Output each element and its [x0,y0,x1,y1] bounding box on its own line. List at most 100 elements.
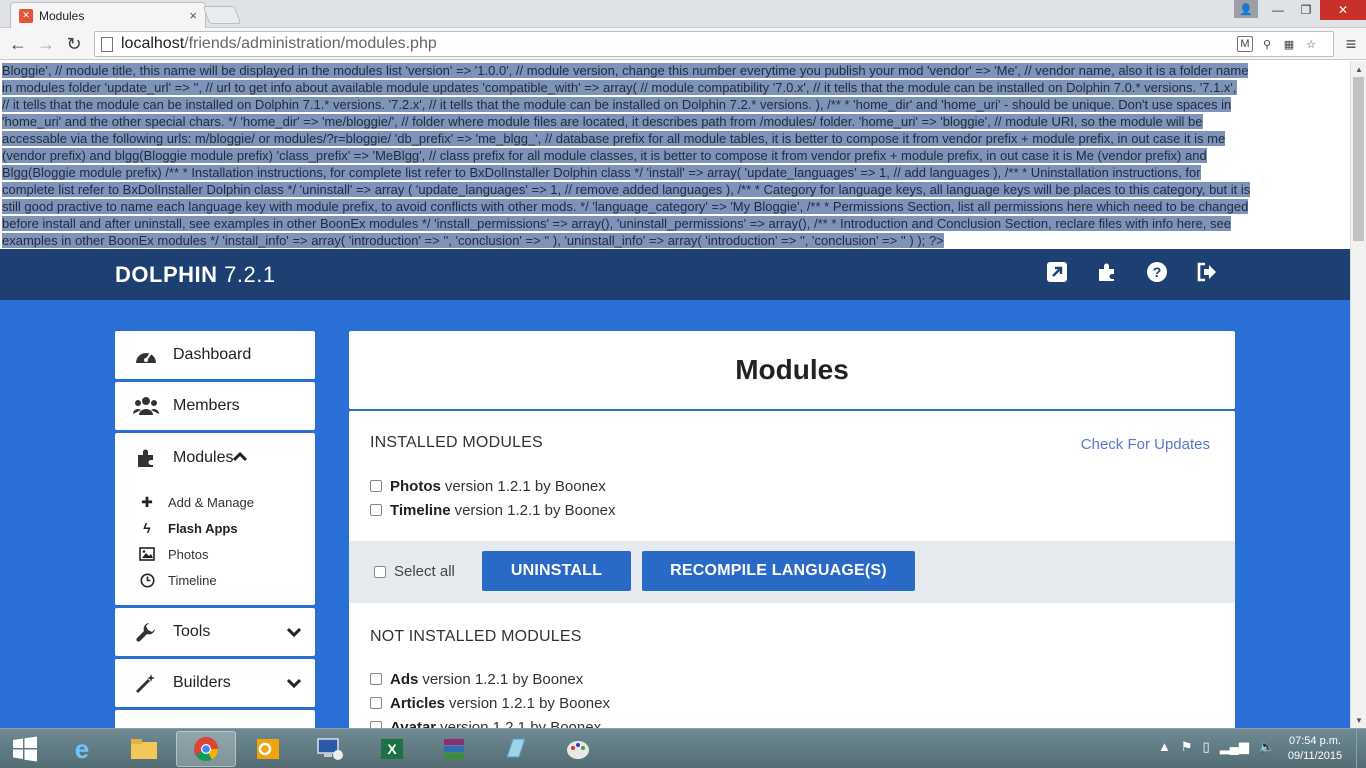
excel-icon[interactable]: X [362,731,422,767]
tray-expand-icon[interactable]: ▲ [1158,739,1171,755]
sidebar-modules-header[interactable]: Modules [115,433,315,483]
pin-icon[interactable]: ⚲ [1259,36,1275,52]
notepad-icon[interactable] [486,731,546,767]
php-line: // it tells that the module can be insta… [2,97,1232,112]
bookmark-star-icon[interactable]: ☆ [1303,36,1319,52]
module-checkbox[interactable] [370,697,382,709]
scroll-up-arrow-icon[interactable]: ▲ [1351,61,1366,77]
remote-desktop-icon[interactable] [300,731,360,767]
system-tray: ▲ ⚑ ▯ ▂▄▆ 🔈 [1158,739,1275,755]
scroll-down-arrow-icon[interactable]: ▼ [1351,712,1366,728]
select-all[interactable]: Select all [374,563,455,580]
taskbar-apps: e X [52,731,608,767]
list-item: Avatar version 1.2.1 by Boonex [370,715,610,728]
recompile-languages-button[interactable]: RECOMPILE LANGUAGE(S) [642,551,915,591]
sidebar-item-label: Modules [173,449,234,466]
select-all-checkbox[interactable] [374,565,386,578]
brand-name: DOLPHIN [115,262,218,287]
scroll-thumb[interactable] [1353,77,1364,241]
address-bar[interactable]: localhost/friends/administration/modules… [94,31,1334,57]
chevron-up-icon [233,449,248,467]
module-name: Timeline [390,501,451,519]
php-line: Bloggie', // module title, this name wil… [2,63,1249,78]
submenu-flash-apps[interactable]: ϟ Flash Apps [139,515,315,541]
module-checkbox[interactable] [370,480,382,492]
sidebar-item-modules: Modules ✚ Add & Manage ϟ Flash Apps Phot… [115,433,315,605]
puzzle-icon [133,447,159,469]
window-close-button[interactable]: ✕ [1320,0,1366,20]
sidebar-item-label: Members [173,397,240,414]
restore-button[interactable]: ❐ [1292,0,1320,20]
browser-tab[interactable]: ✕ Modules × [10,2,206,28]
users-icon [133,396,159,416]
show-desktop-button[interactable] [1356,729,1366,768]
list-item: Articles version 1.2.1 by Boonex [370,691,610,715]
php-line: examples in other BoonEx modules */ 'ins… [2,233,944,248]
user-profile-icon[interactable]: 👤 [1234,0,1258,18]
taskbar-clock[interactable]: 07:54 p.m. 09/11/2015 [1280,734,1350,764]
select-all-label: Select all [394,563,455,580]
chrome-icon[interactable] [176,731,236,767]
clock-time: 07:54 p.m. [1289,735,1341,747]
chevron-down-icon [286,675,302,691]
sidebar-item-dashboard[interactable]: Dashboard [115,331,315,379]
minimize-button[interactable]: — [1264,0,1292,20]
sidebar-item-tools[interactable]: Tools [115,608,315,656]
picture-icon [139,547,155,561]
plus-icon: ✚ [141,493,153,510]
page-icon [101,36,113,52]
php-line: still good practive to name each languag… [2,199,1249,214]
page-title: Modules [349,331,1235,409]
tab-close-icon[interactable]: × [189,8,197,23]
puzzle-icon[interactable] [1096,261,1118,283]
submenu-label: Photos [168,546,209,562]
forward-arrow-icon[interactable]: → [34,32,58,56]
windows-start-icon[interactable] [6,733,44,765]
magic-wand-icon [133,672,159,694]
help-icon[interactable]: ? [1146,261,1168,283]
paint-icon[interactable] [548,731,608,767]
window-controls: — ❐ ✕ [1264,0,1366,20]
brand-logo[interactable]: DOLPHIN 7.2.1 [115,262,276,288]
extension-icons: M ⚲ ▦ ☆ [1237,36,1319,52]
submenu-timeline[interactable]: Timeline [139,567,315,593]
reload-icon[interactable]: ↻ [62,32,86,56]
logout-icon[interactable] [1196,261,1218,283]
internet-explorer-icon[interactable]: e [52,731,112,767]
file-explorer-icon[interactable] [114,731,174,767]
submenu-add-manage[interactable]: ✚ Add & Manage [139,489,315,515]
module-checkbox[interactable] [370,673,382,685]
php-line: before install and after uninstall, see … [2,216,1231,231]
extension-grid-icon[interactable]: ▦ [1281,36,1297,52]
new-tab-button[interactable] [202,6,242,24]
network-devices-icon[interactable]: ▯ [1203,739,1210,755]
volume-icon[interactable]: 🔈 [1259,739,1275,755]
action-center-flag-icon[interactable]: ⚑ [1181,739,1193,755]
list-item: Timeline version 1.2.1 by Boonex [370,498,616,522]
signal-bars-icon[interactable]: ▂▄▆ [1220,739,1249,755]
module-checkbox[interactable] [370,504,382,516]
outlook-icon[interactable] [238,731,298,767]
not-installed-modules-panel: NOT INSTALLED MODULES Ads version 1.2.1 … [349,605,1235,728]
page-scrollbar[interactable]: ▲ ▼ [1350,61,1366,728]
extension-m-icon[interactable]: M [1237,36,1253,52]
svg-text:?: ? [1153,264,1162,280]
sidebar-item-members[interactable]: Members [115,382,315,430]
module-meta: version 1.2.1 by Boonex [440,718,602,729]
modules-submenu: ✚ Add & Manage ϟ Flash Apps Photos Timel… [115,483,315,593]
external-link-icon[interactable] [1046,261,1068,283]
sidebar-item-builders[interactable]: Builders [115,659,315,707]
uninstall-button[interactable]: UNINSTALL [482,551,631,591]
module-checkbox[interactable] [370,721,382,728]
module-name: Photos [390,477,441,495]
chevron-down-icon [286,624,302,640]
submenu-photos[interactable]: Photos [139,541,315,567]
browser-menu-icon[interactable]: ≡ [1340,32,1362,56]
winrar-icon[interactable] [424,731,484,767]
wrench-icon [133,621,159,643]
check-updates-link[interactable]: Check For Updates [1081,436,1210,453]
brand-version: 7.2.1 [224,262,276,287]
xampp-favicon-icon: ✕ [19,8,33,23]
sidebar-item-partial[interactable] [115,710,315,728]
back-arrow-icon[interactable]: ← [6,32,30,56]
